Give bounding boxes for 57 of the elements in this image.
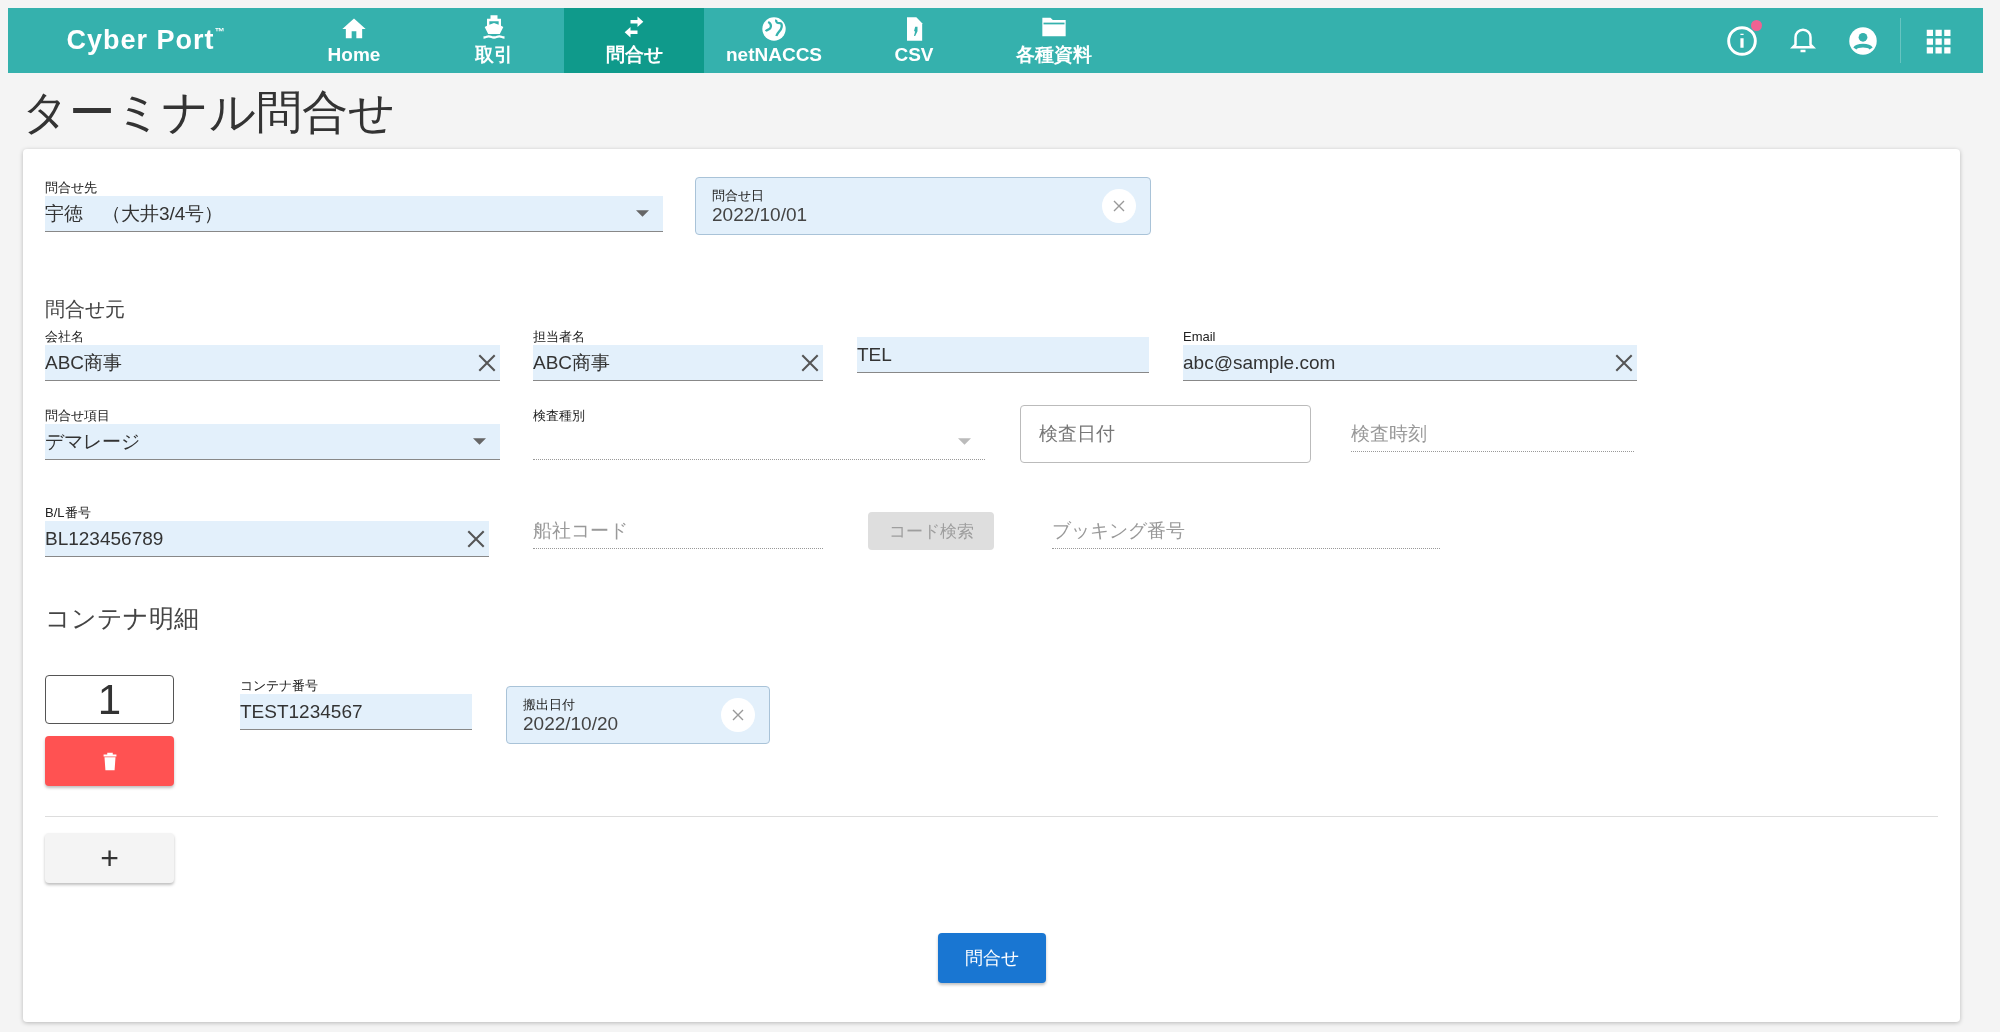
input-field[interactable]: TEL: [857, 337, 1149, 373]
nav-tab[interactable]: netNACCS: [704, 8, 844, 73]
date-field[interactable]: 問合せ日 2022/10/01: [695, 177, 1151, 235]
page-title: ターミナル問合せ: [21, 85, 396, 140]
field-value: TEST1234567: [240, 700, 364, 723]
nav-tab[interactable]: 問合せ: [564, 8, 704, 73]
input-field[interactable]: abc@sample.com: [1183, 345, 1637, 381]
field-label: B/L番号: [45, 505, 92, 521]
field-value: デマレージ: [45, 429, 141, 454]
clear-icon[interactable]: [801, 353, 819, 372]
input-field[interactable]: TEST1234567: [240, 694, 472, 730]
delete-button[interactable]: [45, 736, 174, 786]
container-number: 1: [45, 675, 174, 724]
section-heading: 問合せ元: [45, 297, 126, 322]
field-label: 会社名: [45, 329, 85, 345]
field-value: 2022/10/20: [523, 712, 620, 735]
field-label: 検査種別: [533, 408, 586, 424]
clear-icon[interactable]: [478, 353, 496, 372]
nav-tab[interactable]: Home: [284, 8, 424, 73]
field-label: コンテナ番号: [240, 678, 319, 694]
input-field[interactable]: ABC商事: [533, 345, 823, 381]
caret-icon: [958, 438, 971, 445]
globe-icon: [760, 15, 788, 43]
field-value: 宇徳 （大井3/4号）: [45, 201, 225, 226]
dropdown-field[interactable]: 宇徳 （大井3/4号）: [45, 196, 663, 232]
account-icon[interactable]: [1848, 25, 1878, 56]
field-label: 問合せ日: [712, 186, 765, 204]
field-label: 問合せ先: [45, 180, 98, 196]
field-value: BL123456789: [45, 527, 165, 550]
caret-icon: [636, 210, 649, 217]
input-field[interactable]: BL123456789: [45, 521, 489, 557]
clear-icon[interactable]: [1615, 353, 1633, 372]
nav-tab[interactable]: 各種資料: [984, 8, 1124, 73]
input-field[interactable]: ABC商事: [45, 345, 500, 381]
dropdown-field[interactable]: デマレージ: [45, 424, 500, 460]
field-value: 2022/10/01: [712, 203, 809, 226]
submit-button[interactable]: 問合せ: [937, 933, 1046, 983]
section-heading: コンテナ明細: [45, 603, 200, 634]
field-value: abc@sample.com: [1183, 351, 1337, 374]
field-value: ABC商事: [533, 350, 612, 375]
field-label: Email: [1183, 329, 1217, 345]
field-placeholder: 検査時刻: [1351, 421, 1428, 446]
date-field[interactable]: 搬出日付 2022/10/20: [506, 686, 770, 744]
date-input-field[interactable]: 検査日付: [1020, 405, 1311, 463]
field-value: TEL: [857, 343, 893, 366]
nav-tab[interactable]: CSV: [844, 8, 984, 73]
field-placeholder: ブッキング番号: [1052, 518, 1186, 543]
clear-icon[interactable]: [467, 529, 485, 548]
caret-icon: [473, 438, 486, 445]
nav-tab[interactable]: 取引: [424, 8, 564, 73]
field-value: ABC商事: [45, 350, 124, 375]
add-button[interactable]: +: [45, 833, 174, 883]
field-label: 担当者名: [533, 329, 586, 345]
field-label: 問合せ項目: [45, 408, 111, 424]
field-placeholder: 船社コード: [533, 518, 629, 543]
logo[interactable]: Cyber Port$^{™}$: [8, 8, 284, 73]
field-label: 搬出日付: [523, 695, 576, 713]
